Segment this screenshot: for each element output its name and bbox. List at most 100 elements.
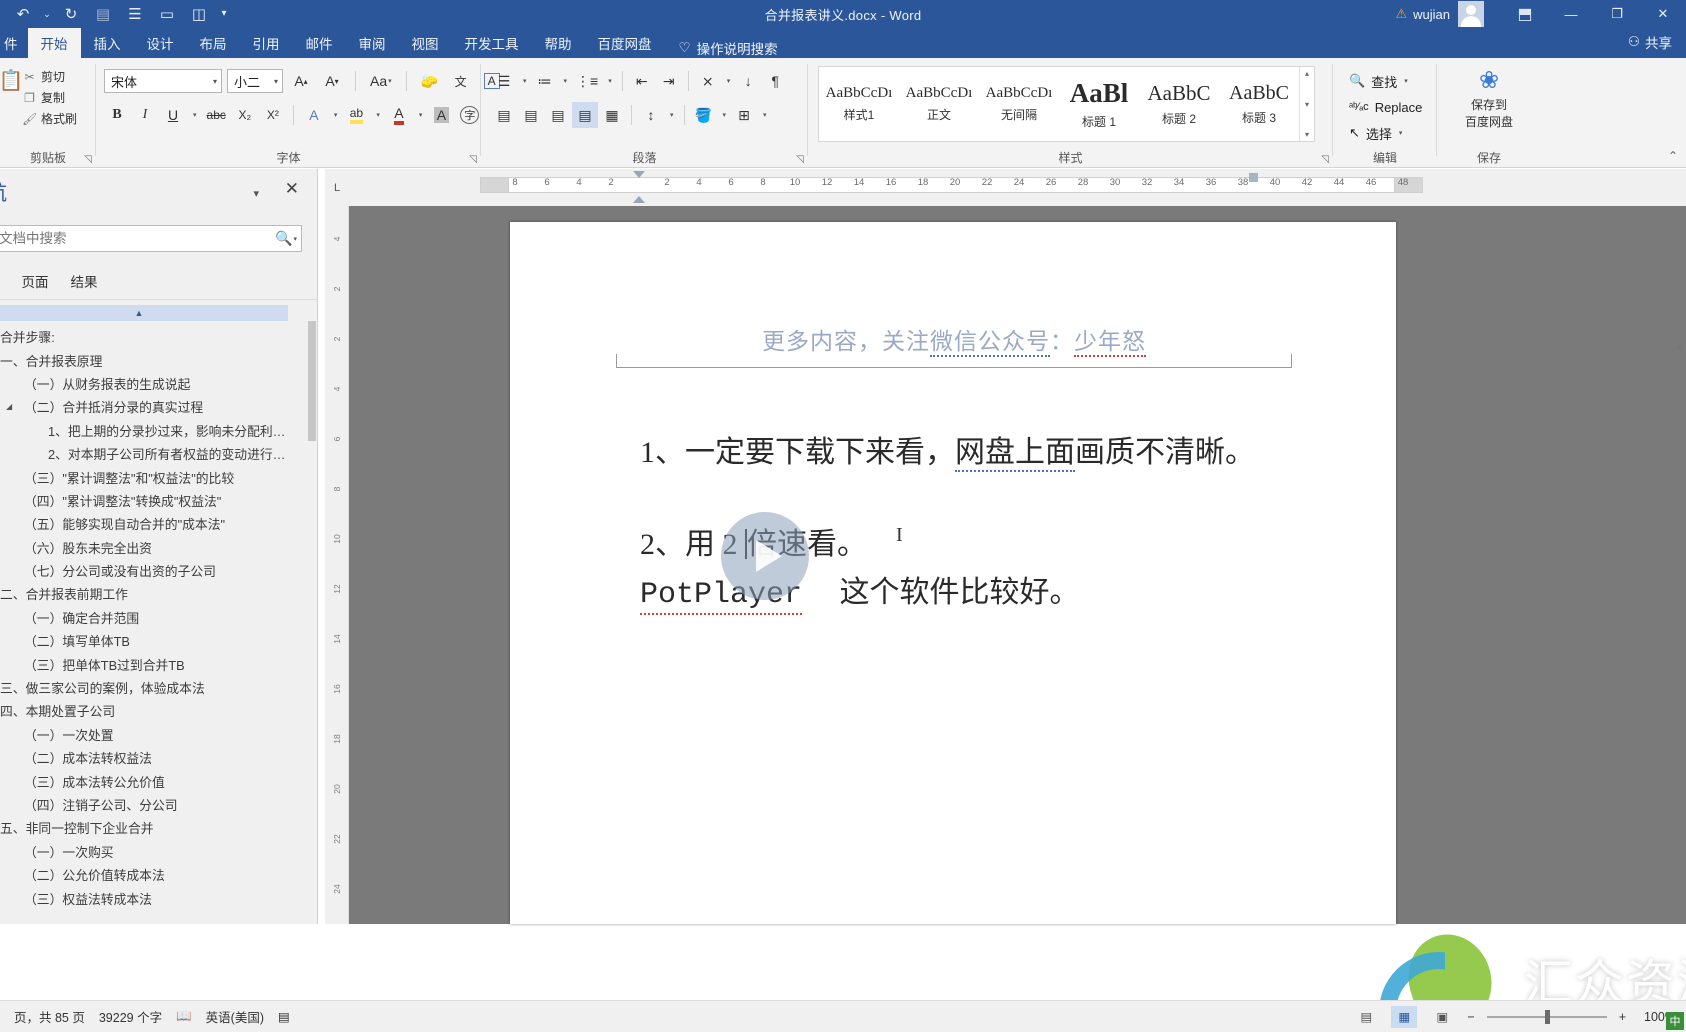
subscript-button[interactable]: X₂ [232,102,258,128]
style-item[interactable]: AaBl 标题 1 [1059,67,1139,141]
tab-selector-icon[interactable]: L [325,169,349,206]
paragraph-dialog-launcher[interactable]: ◹ [796,154,804,165]
restore-button[interactable]: ❐ [1594,0,1640,28]
style-item[interactable]: AaBbCcDı 无间隔 [979,67,1059,141]
font-color-button[interactable]: A [386,102,412,128]
nav-heading-item[interactable]: 二、合并报表前期工作 [0,582,300,605]
nav-heading-item[interactable]: 2、对本期子公司所有者权益的变动进行… [0,442,300,465]
more-styles-icon[interactable]: ▾ [1305,130,1309,139]
print-layout-button[interactable]: ▦ [1391,1005,1418,1028]
nav-heading-item[interactable]: （三）成本法转公允价值 [0,769,300,792]
style-item[interactable]: AaBbC 标题 3 [1219,67,1299,141]
nav-heading-item[interactable]: 合并步骤: [0,325,300,348]
nav-heading-item[interactable]: （一）一次处置 [0,723,300,746]
nav-heading-item[interactable]: （一）确定合并范围 [0,606,300,629]
tab-file[interactable]: 件 [0,28,28,58]
asian-layout-button[interactable]: ⨯ [695,68,721,94]
borders-dropdown-icon[interactable]: ▾ [758,102,771,128]
line-spacing-dropdown-icon[interactable]: ▾ [665,102,678,128]
tab-home[interactable]: 开始 [27,28,81,58]
bold-button[interactable]: B [104,102,130,128]
tab-layout[interactable]: 布局 [187,28,240,58]
document-scroll-up-icon[interactable]: ▲ [1675,341,1684,351]
read-mode-button[interactable]: ▤ [1353,1006,1379,1028]
nav-tab-pages[interactable]: 页面 [22,271,49,291]
nav-heading-item[interactable]: （一）一次购买 [0,840,300,863]
multilevel-dropdown-icon[interactable]: ▾ [603,68,616,94]
underline-button[interactable]: U [160,102,186,128]
nav-heading-item[interactable]: 三、做三家公司的案例，体验成本法 [0,676,300,699]
phonetic-guide-button[interactable]: 文 [448,68,474,94]
nav-heading-item[interactable]: （二）成本法转权益法 [0,746,300,769]
styles-gallery-scroll[interactable]: ▴ ▾ ▾ [1299,67,1314,141]
tell-me-search[interactable]: ♡ 操作说明搜索 [665,38,778,58]
text-effects-button[interactable]: A [301,102,327,128]
align-center-button[interactable]: ▤ [518,102,544,128]
search-options-icon[interactable]: ▾ [293,235,297,243]
share-button[interactable]: ⚇ 共享 [1628,32,1672,52]
cut-button[interactable]: ✂ 剪切 [22,66,77,87]
nav-heading-item[interactable]: （二）公允价值转成本法 [0,863,300,886]
nav-heading-item[interactable]: 一、合并报表原理 [0,348,300,371]
font-color-dropdown-icon[interactable]: ▾ [414,102,427,128]
zoom-in-button[interactable]: + [1619,1010,1626,1024]
tab-baidu-netdisk[interactable]: 百度网盘 [585,28,665,58]
bullets-button[interactable]: ☰ [491,68,517,94]
tab-developer[interactable]: 开发工具 [452,28,532,58]
nav-heading-item[interactable]: （七）分公司或没有出资的子公司 [0,559,300,582]
strikethrough-button[interactable]: abc [203,102,230,128]
text-effects-dropdown-icon[interactable]: ▾ [329,102,342,128]
highlight-dropdown-icon[interactable]: ▾ [371,102,384,128]
highlight-button[interactable]: ab [343,102,369,128]
tab-insert[interactable]: 插入 [81,28,134,58]
user-name[interactable]: wujian [1413,7,1450,22]
scroll-up-icon[interactable]: ▴ [1305,69,1309,78]
nav-scrollbar-thumb[interactable] [308,321,316,441]
nav-heading-item[interactable]: 五、非同一控制下企业合并 [0,816,300,839]
tab-review[interactable]: 审阅 [346,28,399,58]
nav-heading-item[interactable]: （四）注销子公司、分公司 [0,793,300,816]
decrease-indent-button[interactable]: ⇤ [629,68,655,94]
nav-heading-item[interactable]: （四）"累计调整法"转换成"权益法" [0,489,300,512]
nav-heading-item[interactable]: （二）填写单体TB [0,629,300,652]
select-button[interactable]: ↖ 选择 ▾ [1349,120,1422,146]
nav-heading-item[interactable]: 1、把上期的分录抄过来，影响未分配利… [0,419,300,442]
clear-formatting-button[interactable]: 🧽 [417,68,443,94]
style-item[interactable]: AaBbCcDı 样式1 [819,67,899,141]
font-dialog-launcher[interactable]: ◹ [469,154,477,165]
justify-button[interactable]: ▤ [572,102,598,128]
shading-button[interactable]: 🪣 [691,102,717,128]
minimize-button[interactable]: — [1548,0,1594,28]
font-size-combo[interactable]: 小二 ▾ [227,69,283,93]
nav-heading-item[interactable]: （一）从财务报表的生成说起 [0,372,300,395]
bullets-dropdown-icon[interactable]: ▾ [518,68,531,94]
tab-references[interactable]: 引用 [240,28,293,58]
show-marks-button[interactable]: ¶ [762,68,788,94]
avatar[interactable] [1458,1,1484,27]
nav-heading-item[interactable]: （六）股东未完全出资 [0,536,300,559]
tab-help[interactable]: 帮助 [532,28,585,58]
zoom-out-button[interactable]: − [1467,1010,1474,1024]
font-name-combo[interactable]: 宋体 ▾ [104,69,222,93]
tab-mailings[interactable]: 邮件 [293,28,346,58]
tab-view[interactable]: 视图 [399,28,452,58]
clipboard-dialog-launcher[interactable]: ◹ [84,154,92,165]
scroll-down-icon[interactable]: ▾ [1305,100,1309,109]
numbering-dropdown-icon[interactable]: ▾ [559,68,572,94]
replace-button[interactable]: ᵃᵇ⁄ₐc Replace [1349,94,1422,120]
find-button[interactable]: 🔍 查找 ▾ [1349,68,1422,94]
proofing-errors-icon[interactable]: 📖 [176,1009,192,1024]
tab-stop-marker[interactable] [1249,173,1258,182]
style-item[interactable]: AaBbC 标题 2 [1139,67,1219,141]
word-count-status[interactable]: 39229 个字 [99,1007,162,1026]
horizontal-ruler[interactable]: L 8 6 4 2 2 4 6 8 10 12 14 16 18 20 22 24 26 28 30 32 34 36 38… [325,169,1686,206]
nav-tab-results[interactable]: 结果 [71,271,98,291]
asian-layout-dropdown-icon[interactable]: ▾ [722,68,735,94]
shrink-font-button[interactable]: A ▾ [319,68,345,94]
language-status[interactable]: 英语(美国) [206,1007,264,1026]
ime-indicator[interactable]: 中 [1666,1012,1684,1030]
paste-button[interactable]: 📋 [0,68,23,126]
multilevel-list-button[interactable]: ⋮≡ [572,68,602,94]
collapse-ribbon-icon[interactable]: ⌃ [1668,149,1678,163]
nav-heading-item[interactable]: 四、本期处置子公司 [0,699,300,722]
